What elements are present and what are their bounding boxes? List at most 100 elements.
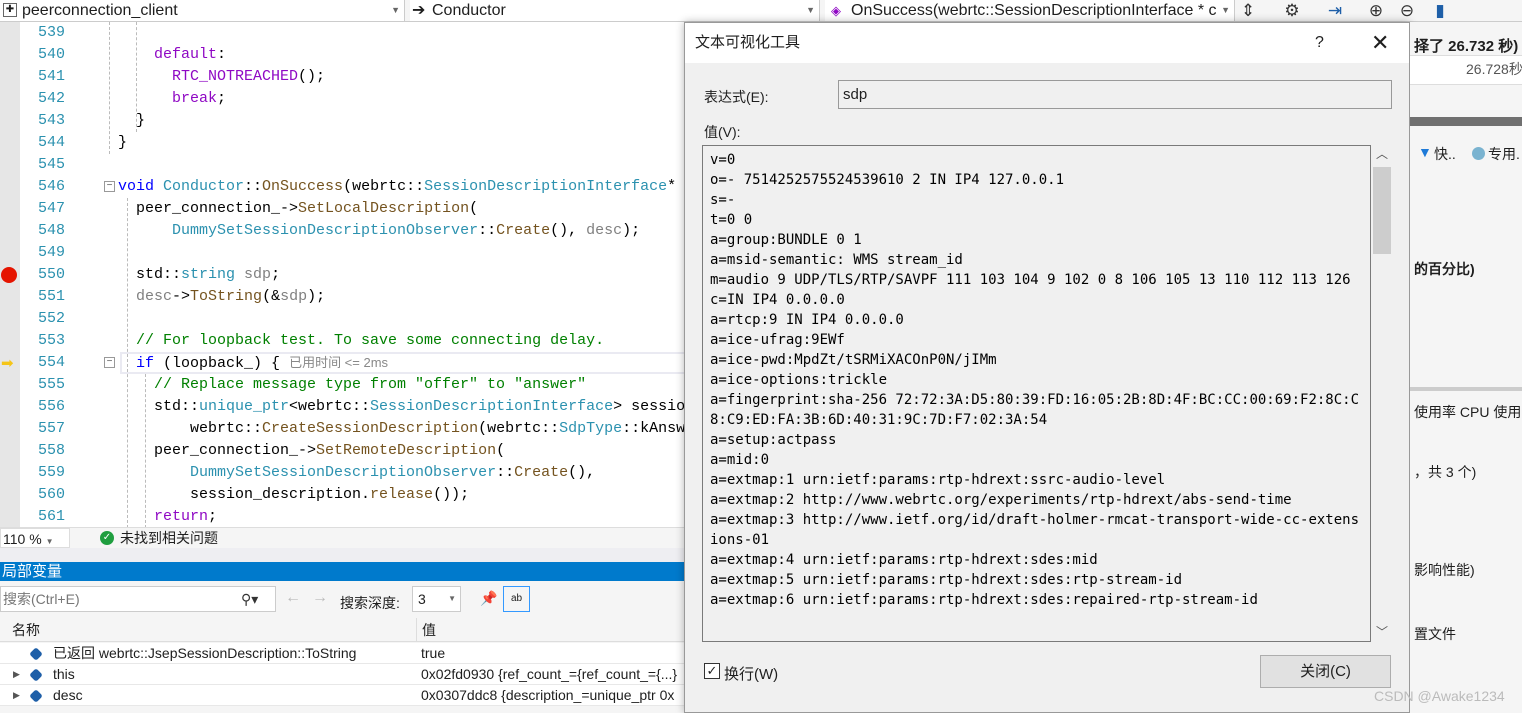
code-line[interactable]: DummySetSessionDescriptionObserver::Crea… — [118, 462, 595, 484]
line-number: 556 — [37, 398, 65, 415]
line-number: 539 — [37, 24, 65, 41]
zoom-dropdown[interactable]: 110 % ▼ — [0, 528, 70, 548]
gear-icon[interactable]: ⚙ — [1277, 0, 1307, 22]
locals-row[interactable]: ▶ this 0x02fd0930 {ref_count_={ref_count_=… — [0, 664, 684, 685]
line-number: 540 — [37, 46, 65, 63]
code-line[interactable]: // Replace message type from "offer" to … — [118, 374, 586, 396]
code-line[interactable]: std::string sdp; — [118, 264, 280, 286]
line-number: 559 — [37, 464, 65, 481]
perf-tip[interactable]: 已用时间 <= 2ms — [289, 355, 388, 370]
scroll-up-icon[interactable]: ︿ — [1376, 145, 1388, 162]
code-token: unique_ptr — [199, 398, 290, 415]
code-line[interactable]: void Conductor::OnSuccess(webrtc::Sessio… — [118, 176, 748, 198]
code-token: SetLocalDescription — [298, 200, 470, 217]
code-line[interactable]: desc->ToString(&sdp); — [118, 286, 325, 308]
zoom-out-icon[interactable]: ⊖ — [1392, 0, 1422, 22]
back-arrow-icon[interactable]: ← — [285, 589, 301, 607]
issues-status: 未找到相关问题 — [120, 530, 218, 546]
code-line[interactable]: } — [118, 110, 145, 132]
code-line[interactable]: } — [118, 132, 127, 154]
locals-search-input[interactable]: 搜索(Ctrl+E) ⚲▾ — [0, 586, 276, 612]
chevron-down-icon: ▼ — [448, 594, 456, 603]
expand-icon[interactable]: ▶ — [13, 685, 20, 706]
search-depth-dropdown[interactable]: 3 ▼ — [412, 586, 461, 612]
code-token: release — [370, 486, 434, 503]
line-number: 555 — [37, 376, 65, 393]
line-number: 541 — [37, 68, 65, 85]
code-token: DummySetSessionDescriptionObserver — [172, 222, 479, 239]
code-token: ; — [208, 508, 218, 525]
collapse-icon[interactable]: − — [104, 357, 115, 368]
line-number: 553 — [37, 332, 65, 349]
code-token: void — [118, 178, 164, 195]
usage-tabs[interactable]: 使用率 CPU 使用 — [1414, 402, 1521, 422]
code-line[interactable]: default: — [118, 44, 226, 66]
breakpoint-icon[interactable] — [1, 267, 17, 283]
expand-icon[interactable]: ▶ — [13, 664, 20, 685]
code-token: if — [136, 355, 155, 372]
member-dropdown[interactable]: ◈ OnSuccess(webrtc::SessionDescriptionIn… — [825, 0, 1235, 21]
code-token: ( — [496, 442, 506, 459]
code-line[interactable]: peer_connection_->SetRemoteDescription( — [118, 440, 505, 462]
chevron-down-icon: ▼ — [806, 5, 815, 15]
help-button[interactable]: ? — [1315, 23, 1324, 63]
code-token: (webrtc:: — [343, 178, 425, 195]
code-line[interactable]: if (loopback_) { 已用时间 <= 2ms — [118, 352, 388, 374]
code-token: Conductor — [163, 178, 245, 195]
forward-arrow-icon[interactable]: → — [312, 589, 328, 607]
code-line[interactable]: return; — [118, 506, 217, 527]
code-token: -> — [172, 288, 191, 305]
code-line[interactable]: // For loopback test. To save some conne… — [118, 330, 604, 352]
chevron-down-icon: ▼ — [1221, 5, 1230, 15]
locals-row[interactable]: ▶ desc 0x0307ddc8 {description_=unique_ptr… — [0, 685, 684, 706]
code-token: ToString — [190, 288, 263, 305]
expression-field[interactable]: sdp — [838, 80, 1392, 109]
scrollbar-thumb[interactable] — [1373, 167, 1391, 254]
line-number: 542 — [37, 90, 65, 107]
profile-link[interactable]: 置文件 — [1414, 624, 1456, 644]
line-number: 545 — [37, 156, 65, 173]
zoom-in-icon[interactable]: ⊕ — [1361, 0, 1391, 22]
view-string-icon[interactable]: ab — [503, 586, 530, 612]
value-textarea[interactable]: v=0 o=- 7514252575524539610 2 IN IP4 127… — [702, 145, 1371, 642]
class-dropdown[interactable]: ➔ Conductor ▼ — [410, 0, 820, 21]
collapse-icon[interactable]: − — [104, 181, 115, 192]
code-line[interactable]: DummySetSessionDescriptionObserver::Crea… — [118, 220, 640, 242]
line-number: 543 — [37, 112, 65, 129]
exit-icon[interactable]: ⇥ — [1320, 0, 1350, 22]
legend-snapshot: 快.. — [1434, 146, 1456, 162]
code-token: (), — [550, 222, 587, 239]
code-line[interactable]: break; — [118, 88, 226, 110]
code-line[interactable]: RTC_NOTREACHED(); — [118, 66, 325, 88]
pin-icon[interactable]: 📌 — [480, 590, 497, 607]
depth-value: 3 — [418, 591, 426, 607]
triangle-down-icon: ▼ — [1418, 144, 1432, 160]
wrap-checkbox[interactable]: ✓ — [704, 663, 720, 679]
project-label: peerconnection_client — [22, 2, 178, 19]
chevron-down-icon: ▼ — [45, 537, 54, 546]
column-value[interactable]: 值 — [416, 618, 436, 642]
scroll-down-icon[interactable]: ﹀ — [1376, 623, 1388, 640]
project-dropdown[interactable]: ✚ peerconnection_client ▼ — [0, 0, 405, 21]
locals-title: 局部变量 — [2, 563, 63, 580]
value-scrollbar[interactable]: ︿ ﹀ — [1371, 145, 1393, 642]
locals-row[interactable]: 已返回 webrtc::JsepSessionDescription::ToSt… — [0, 643, 684, 664]
code-token: : — [217, 46, 227, 63]
chart-help-icon[interactable]: ▮ — [1425, 0, 1455, 22]
class-label: Conductor — [432, 2, 506, 19]
code-token: -> — [280, 200, 299, 217]
code-line[interactable]: peer_connection_->SetLocalDescription( — [118, 198, 478, 220]
code-line[interactable]: session_description.release()); — [118, 484, 469, 506]
code-line[interactable]: webrtc::CreateSessionDescription(webrtc:… — [118, 418, 766, 440]
close-button[interactable]: 关闭(C) — [1260, 655, 1391, 688]
split-icon[interactable]: ⇕ — [1233, 0, 1263, 22]
column-name[interactable]: 名称 — [12, 618, 40, 642]
code-token: // For loopback test. To save some conne… — [118, 332, 605, 349]
code-token: RTC_NOTREACHED — [172, 68, 299, 85]
close-icon[interactable]: ✕ — [1371, 23, 1389, 63]
editor-status-bar: 110 % ▼ ✓ 未找到相关问题 — [0, 527, 684, 548]
code-token: ()); — [433, 486, 470, 503]
splitter[interactable] — [1410, 387, 1522, 391]
expression-value: sdp — [843, 86, 868, 103]
